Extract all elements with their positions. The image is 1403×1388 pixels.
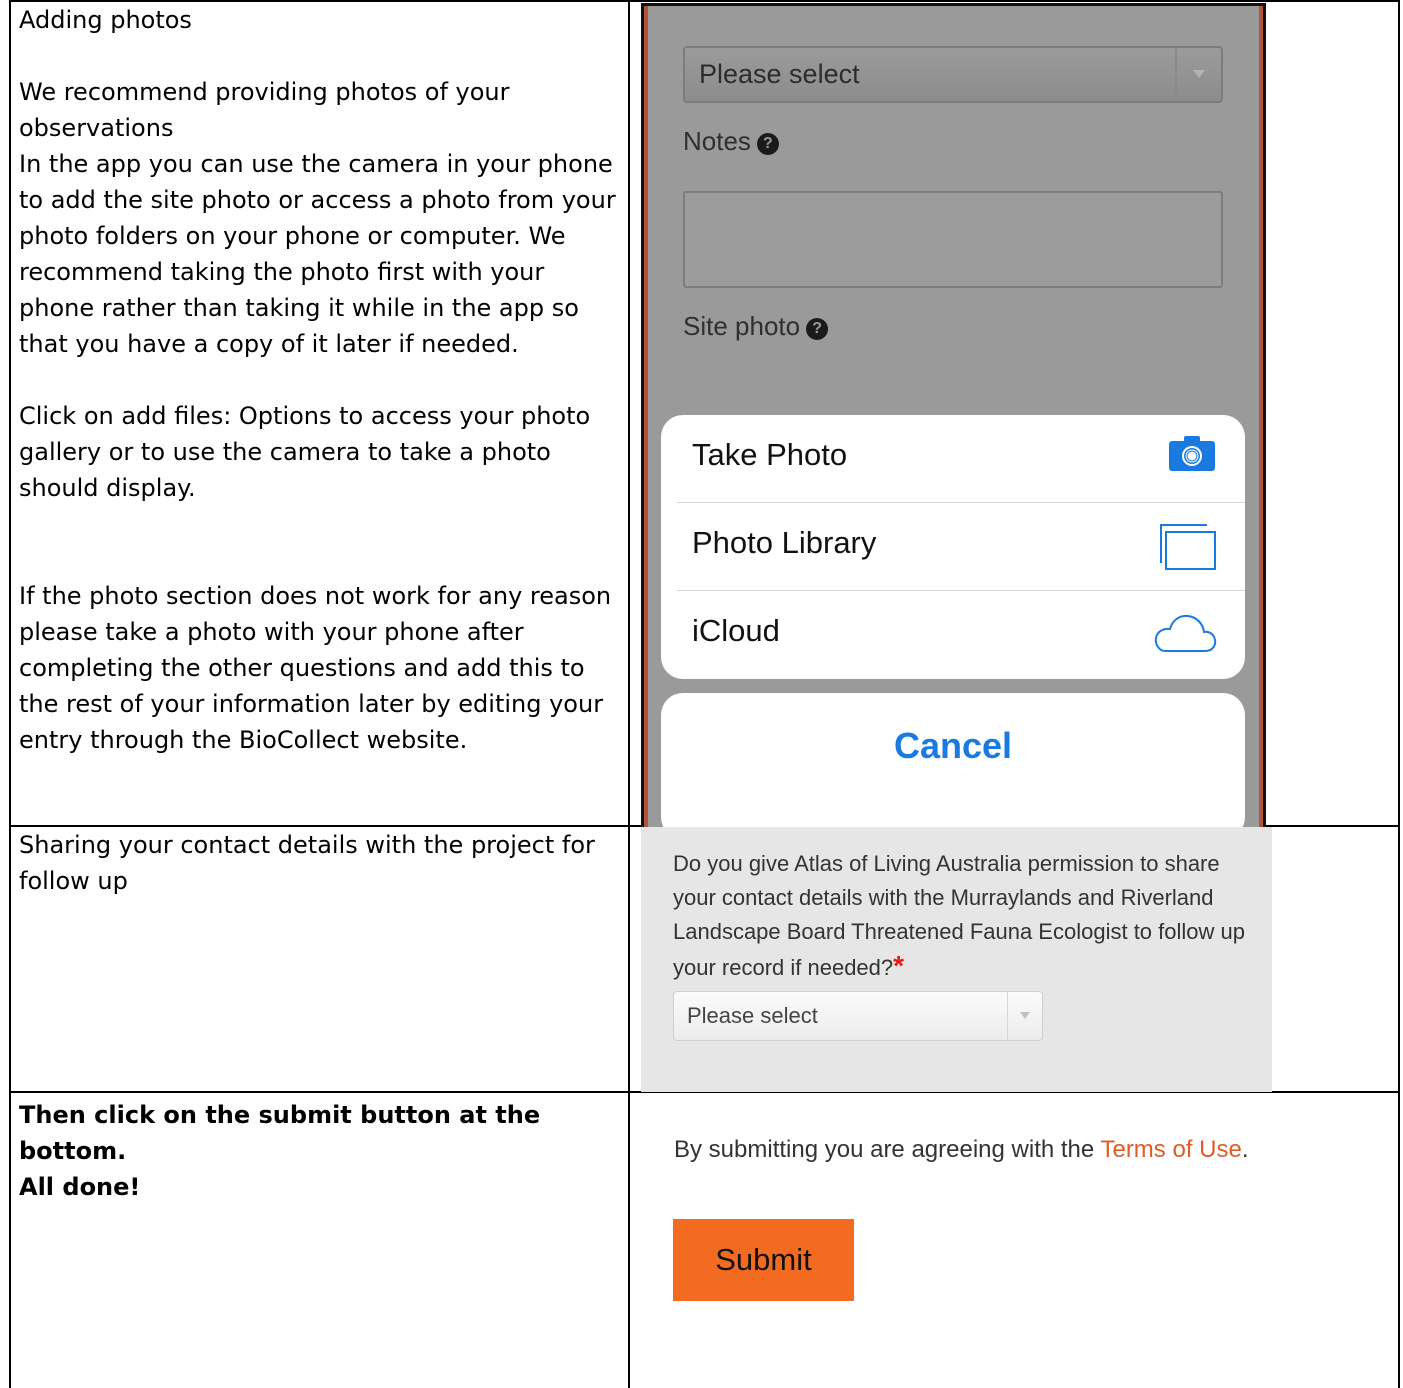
notes-textarea[interactable] xyxy=(683,191,1223,288)
sharing-contact-text: Sharing your contact details with the pr… xyxy=(19,827,619,899)
terms-of-use-link[interactable]: Terms of Use xyxy=(1100,1136,1241,1163)
terms-notice: By submitting you are agreeing with the … xyxy=(674,1136,1249,1164)
instruction-line: Then click on the submit button at the b… xyxy=(19,1101,541,1165)
required-marker: * xyxy=(893,950,905,981)
row-title: Adding photos xyxy=(19,6,192,34)
select-placeholder: Please select xyxy=(699,59,860,89)
terms-notice-text: By submitting you are agreeing with the xyxy=(674,1136,1095,1163)
consent-question-text: Do you give Atlas of Living Australia pe… xyxy=(673,851,1245,980)
cancel-button[interactable]: Cancel xyxy=(661,693,1245,839)
help-icon[interactable]: ? xyxy=(806,318,829,340)
site-photo-label: Site photo? xyxy=(683,311,829,342)
terms-period: . xyxy=(1241,1136,1249,1163)
submit-instruction-text: Then click on the submit button at the b… xyxy=(19,1097,619,1205)
instruction-document: Adding photos We recommend providing pho… xyxy=(0,0,1403,1388)
chevron-down-icon xyxy=(1175,48,1221,101)
submit-button[interactable]: Submit xyxy=(673,1219,854,1301)
frame-edge xyxy=(1259,6,1263,846)
cancel-label: Cancel xyxy=(893,725,1013,766)
consent-select[interactable]: Please select xyxy=(673,991,1043,1041)
table-border-left xyxy=(9,0,11,1388)
consent-screenshot: Do you give Atlas of Living Australia pe… xyxy=(641,827,1272,1092)
instruction-line: All done! xyxy=(19,1173,141,1201)
action-label: Take Photo xyxy=(692,437,848,472)
paragraph: If the photo section does not work for a… xyxy=(19,582,612,754)
paragraph: Click on add files: Options to access yo… xyxy=(19,402,591,502)
row-title: Sharing your contact details with the pr… xyxy=(19,831,595,895)
table-border-right xyxy=(1398,0,1400,1388)
adding-photos-text: Adding photos We recommend providing pho… xyxy=(19,2,619,758)
camera-icon xyxy=(1167,433,1217,478)
action-take-photo[interactable]: Take Photo xyxy=(661,415,1245,503)
paragraph: We recommend providing photos of your ob… xyxy=(19,78,510,142)
phone-photo-screenshot: Please select Notes? Site photo? Take Ph… xyxy=(641,3,1266,849)
select-placeholder: Please select xyxy=(687,1003,818,1028)
photo-library-icon xyxy=(1159,523,1217,576)
action-icloud[interactable]: iCloud xyxy=(661,591,1245,679)
species-select[interactable]: Please select xyxy=(683,46,1223,103)
action-photo-library[interactable]: Photo Library xyxy=(661,503,1245,591)
photo-action-sheet: Take Photo Photo Library iCloud xyxy=(661,415,1245,679)
notes-label: Notes? xyxy=(683,126,779,157)
frame-edge xyxy=(644,6,648,846)
help-icon[interactable]: ? xyxy=(756,133,779,155)
chevron-down-icon xyxy=(1007,992,1042,1040)
site-photo-label-text: Site photo xyxy=(683,311,801,341)
submit-label: Submit xyxy=(715,1242,812,1277)
consent-question: Do you give Atlas of Living Australia pe… xyxy=(673,847,1253,985)
action-label: Photo Library xyxy=(692,525,877,560)
icloud-icon xyxy=(1151,613,1217,658)
notes-label-text: Notes xyxy=(683,126,751,156)
action-label: iCloud xyxy=(692,613,780,648)
table-column-divider xyxy=(628,0,630,1388)
paragraph: In the app you can use the camera in you… xyxy=(19,150,616,358)
